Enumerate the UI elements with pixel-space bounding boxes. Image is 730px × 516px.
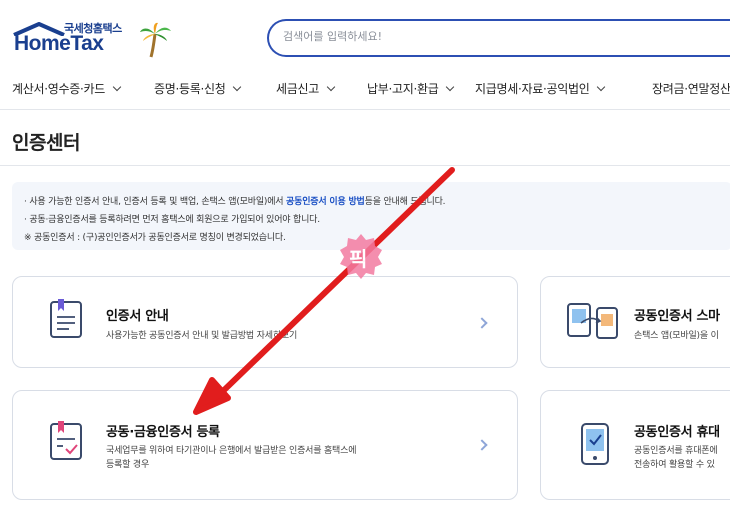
nav-item-label: 증명·등록·신청 xyxy=(154,82,226,96)
notice-line-3: ※ 공동인증서 : (구)공인인증서가 공동인증서로 명칭이 변경되었습니다. xyxy=(24,233,286,243)
nav-item-label: 납부·고지·환급 xyxy=(367,82,439,96)
nav-item-label: 지급명세·자료·공익법인 xyxy=(475,82,590,96)
search-box[interactable] xyxy=(267,19,730,57)
card-description-line: 국세업무를 위하여 타기관이나 은행에서 발급받은 인증서를 홈택스에 xyxy=(106,446,357,456)
nav-item-certificate[interactable]: 증명·등록·신청 xyxy=(154,80,242,97)
chevron-right-icon xyxy=(476,439,488,451)
card-description-line: 전송하여 활용할 수 있 xyxy=(634,460,715,470)
notice-text: · 사용 가능한 인증서 안내, 인증서 등록 및 백업, 손택스 앱(모바일)… xyxy=(24,197,287,207)
certificate-check-icon xyxy=(50,421,82,460)
sticker-badge: 픽 xyxy=(337,232,385,280)
card-description: 사용가능한 공동인증서 안내 및 발급방법 자세히보기 xyxy=(106,331,298,341)
chevron-down-icon xyxy=(597,82,606,92)
device-transfer-icon xyxy=(567,303,618,339)
card-description: 국세업무를 위하여 타기관이나 은행에서 발급받은 인증서를 홈택스에등록할 경… xyxy=(106,444,356,472)
notice-line-2: · 공동·금융인증서를 등록하려면 먼저 홈택스에 회원으로 가입되어 있어야 … xyxy=(24,215,320,225)
card-title: 인증서 안내 xyxy=(106,309,169,324)
card-title: 공동·금융인증서 등록 xyxy=(106,425,220,440)
nav-item-incentive[interactable]: 장려금·연말정산 xyxy=(652,80,730,97)
nav-item-label: 세금신고 xyxy=(276,82,319,96)
card-phone-cert[interactable]: 공동인증서 휴대 공동인증서를 휴대폰에전송하여 활용할 수 있 xyxy=(540,390,730,500)
divider xyxy=(0,165,730,166)
search-input[interactable] xyxy=(283,30,713,43)
card-description: 손택스 앱(모바일)을 이 xyxy=(634,331,719,341)
page-title: 인증센터 xyxy=(12,132,80,154)
nav-item-payment[interactable]: 납부·고지·환급 xyxy=(367,80,455,97)
usage-guide-link[interactable]: 공동인증서 이용 방법 xyxy=(286,197,365,207)
sticker-text: 픽 xyxy=(349,247,368,271)
card-smartphone-cert[interactable]: 공동인증서 스마 손택스 앱(모바일)을 이 xyxy=(540,276,730,368)
nav-item-statement[interactable]: 지급명세·자료·공익법인 xyxy=(475,80,606,97)
chevron-down-icon xyxy=(233,82,242,92)
document-icon xyxy=(50,299,82,338)
notice-text: 등을 안내해 드립니다. xyxy=(364,197,446,207)
card-register-certificate[interactable]: 공동·금융인증서 등록 국세업무를 위하여 타기관이나 은행에서 발급받은 인증… xyxy=(12,390,518,500)
chevron-down-icon xyxy=(326,82,336,92)
card-title: 공동인증서 스마 xyxy=(634,309,720,324)
card-description-line: 등록할 경우 xyxy=(106,460,150,470)
chevron-right-icon xyxy=(476,317,488,329)
main-nav: 계산서·영수증·카드 증명·등록·신청 세금신고 납부·고지·환급 지급명세·자… xyxy=(0,66,730,110)
chevron-down-icon xyxy=(446,82,455,92)
nav-item-tax-report[interactable]: 세금신고 xyxy=(276,80,336,97)
nav-item-invoice[interactable]: 계산서·영수증·카드 xyxy=(12,80,122,97)
notice-line-1: · 사용 가능한 인증서 안내, 인증서 등록 및 백업, 손택스 앱(모바일)… xyxy=(24,194,446,207)
card-certificate-guide[interactable]: 인증서 안내 사용가능한 공동인증서 안내 및 발급방법 자세히보기 xyxy=(12,276,518,368)
hometax-logo[interactable]: 국세청홈택스 HomeTax xyxy=(12,18,171,64)
card-title: 공동인증서 휴대 xyxy=(634,425,720,440)
nav-item-label: 계산서·영수증·카드 xyxy=(12,82,105,96)
header: 국세청홈택스 HomeTax xyxy=(0,0,730,66)
card-description-line: 공동인증서를 휴대폰에 xyxy=(634,446,718,456)
logo-text: HomeTax xyxy=(14,32,104,55)
chevron-down-icon xyxy=(112,82,122,92)
card-description: 공동인증서를 휴대폰에전송하여 활용할 수 있 xyxy=(634,444,718,472)
nav-item-label: 장려금·연말정산 xyxy=(652,82,730,96)
phone-check-icon xyxy=(581,423,609,465)
palm-tree-icon xyxy=(140,22,171,58)
